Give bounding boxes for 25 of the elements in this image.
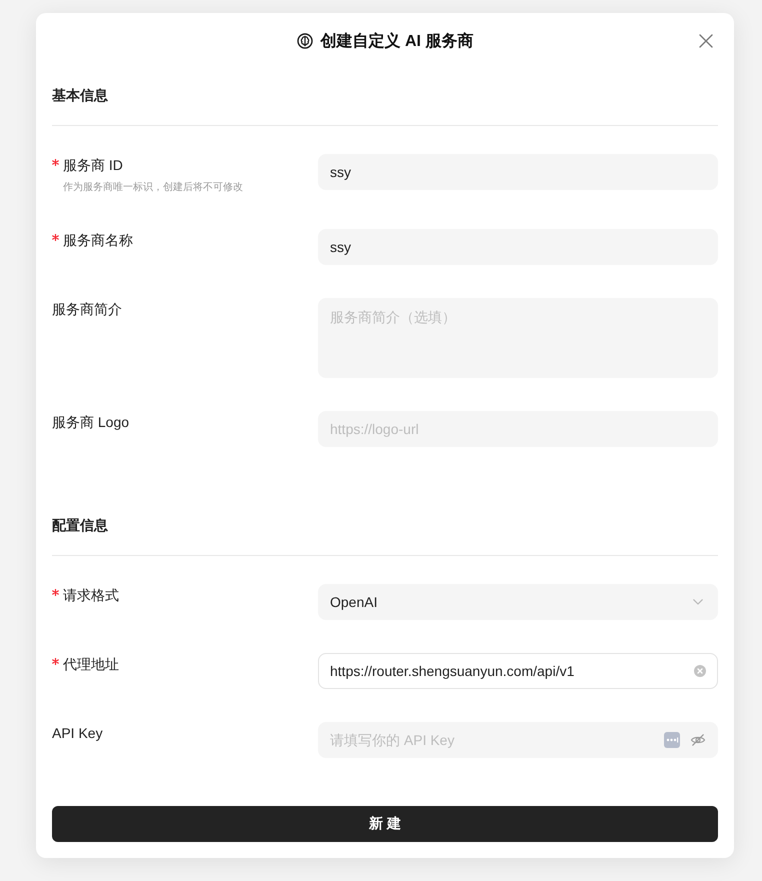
input-field[interactable]: https://logo-url xyxy=(318,411,718,447)
input-field[interactable]: ssy xyxy=(318,154,718,190)
brain-icon xyxy=(296,33,313,49)
section-heading: 基本信息 xyxy=(52,86,108,105)
field-label: 代理地址 xyxy=(63,655,119,674)
field-label: 服务商 Logo xyxy=(52,413,130,432)
input-field[interactable]: ssy xyxy=(318,229,718,265)
create-button[interactable]: 新 建 xyxy=(52,806,718,842)
clear-icon[interactable] xyxy=(694,665,706,677)
password-field[interactable]: 请填写你的 API Key xyxy=(318,722,718,758)
hint-text: 作为服务商唯一标识，创建后将不可修改 xyxy=(63,180,243,195)
dialog-title: 创建自定义 AI 服务商 xyxy=(320,31,474,52)
chevron-down-icon xyxy=(693,599,703,605)
field-label: 服务商名称 xyxy=(63,231,133,250)
close-icon xyxy=(699,34,713,48)
field-label: 服务商 ID xyxy=(63,156,123,175)
field-label: API Key xyxy=(52,724,103,743)
section-heading: 配置信息 xyxy=(52,516,108,535)
input-field[interactable]: https://router.shengsuanyun.com/api/v1 xyxy=(318,653,718,689)
select-field[interactable]: OpenAI xyxy=(318,584,718,620)
field-label: 服务商简介 xyxy=(52,300,122,319)
textarea-field[interactable]: 服务商简介（选填） xyxy=(318,298,718,378)
field-label: 请求格式 xyxy=(63,586,119,605)
eye-off-icon[interactable] xyxy=(690,732,706,748)
password-dots-icon[interactable] xyxy=(664,732,680,748)
